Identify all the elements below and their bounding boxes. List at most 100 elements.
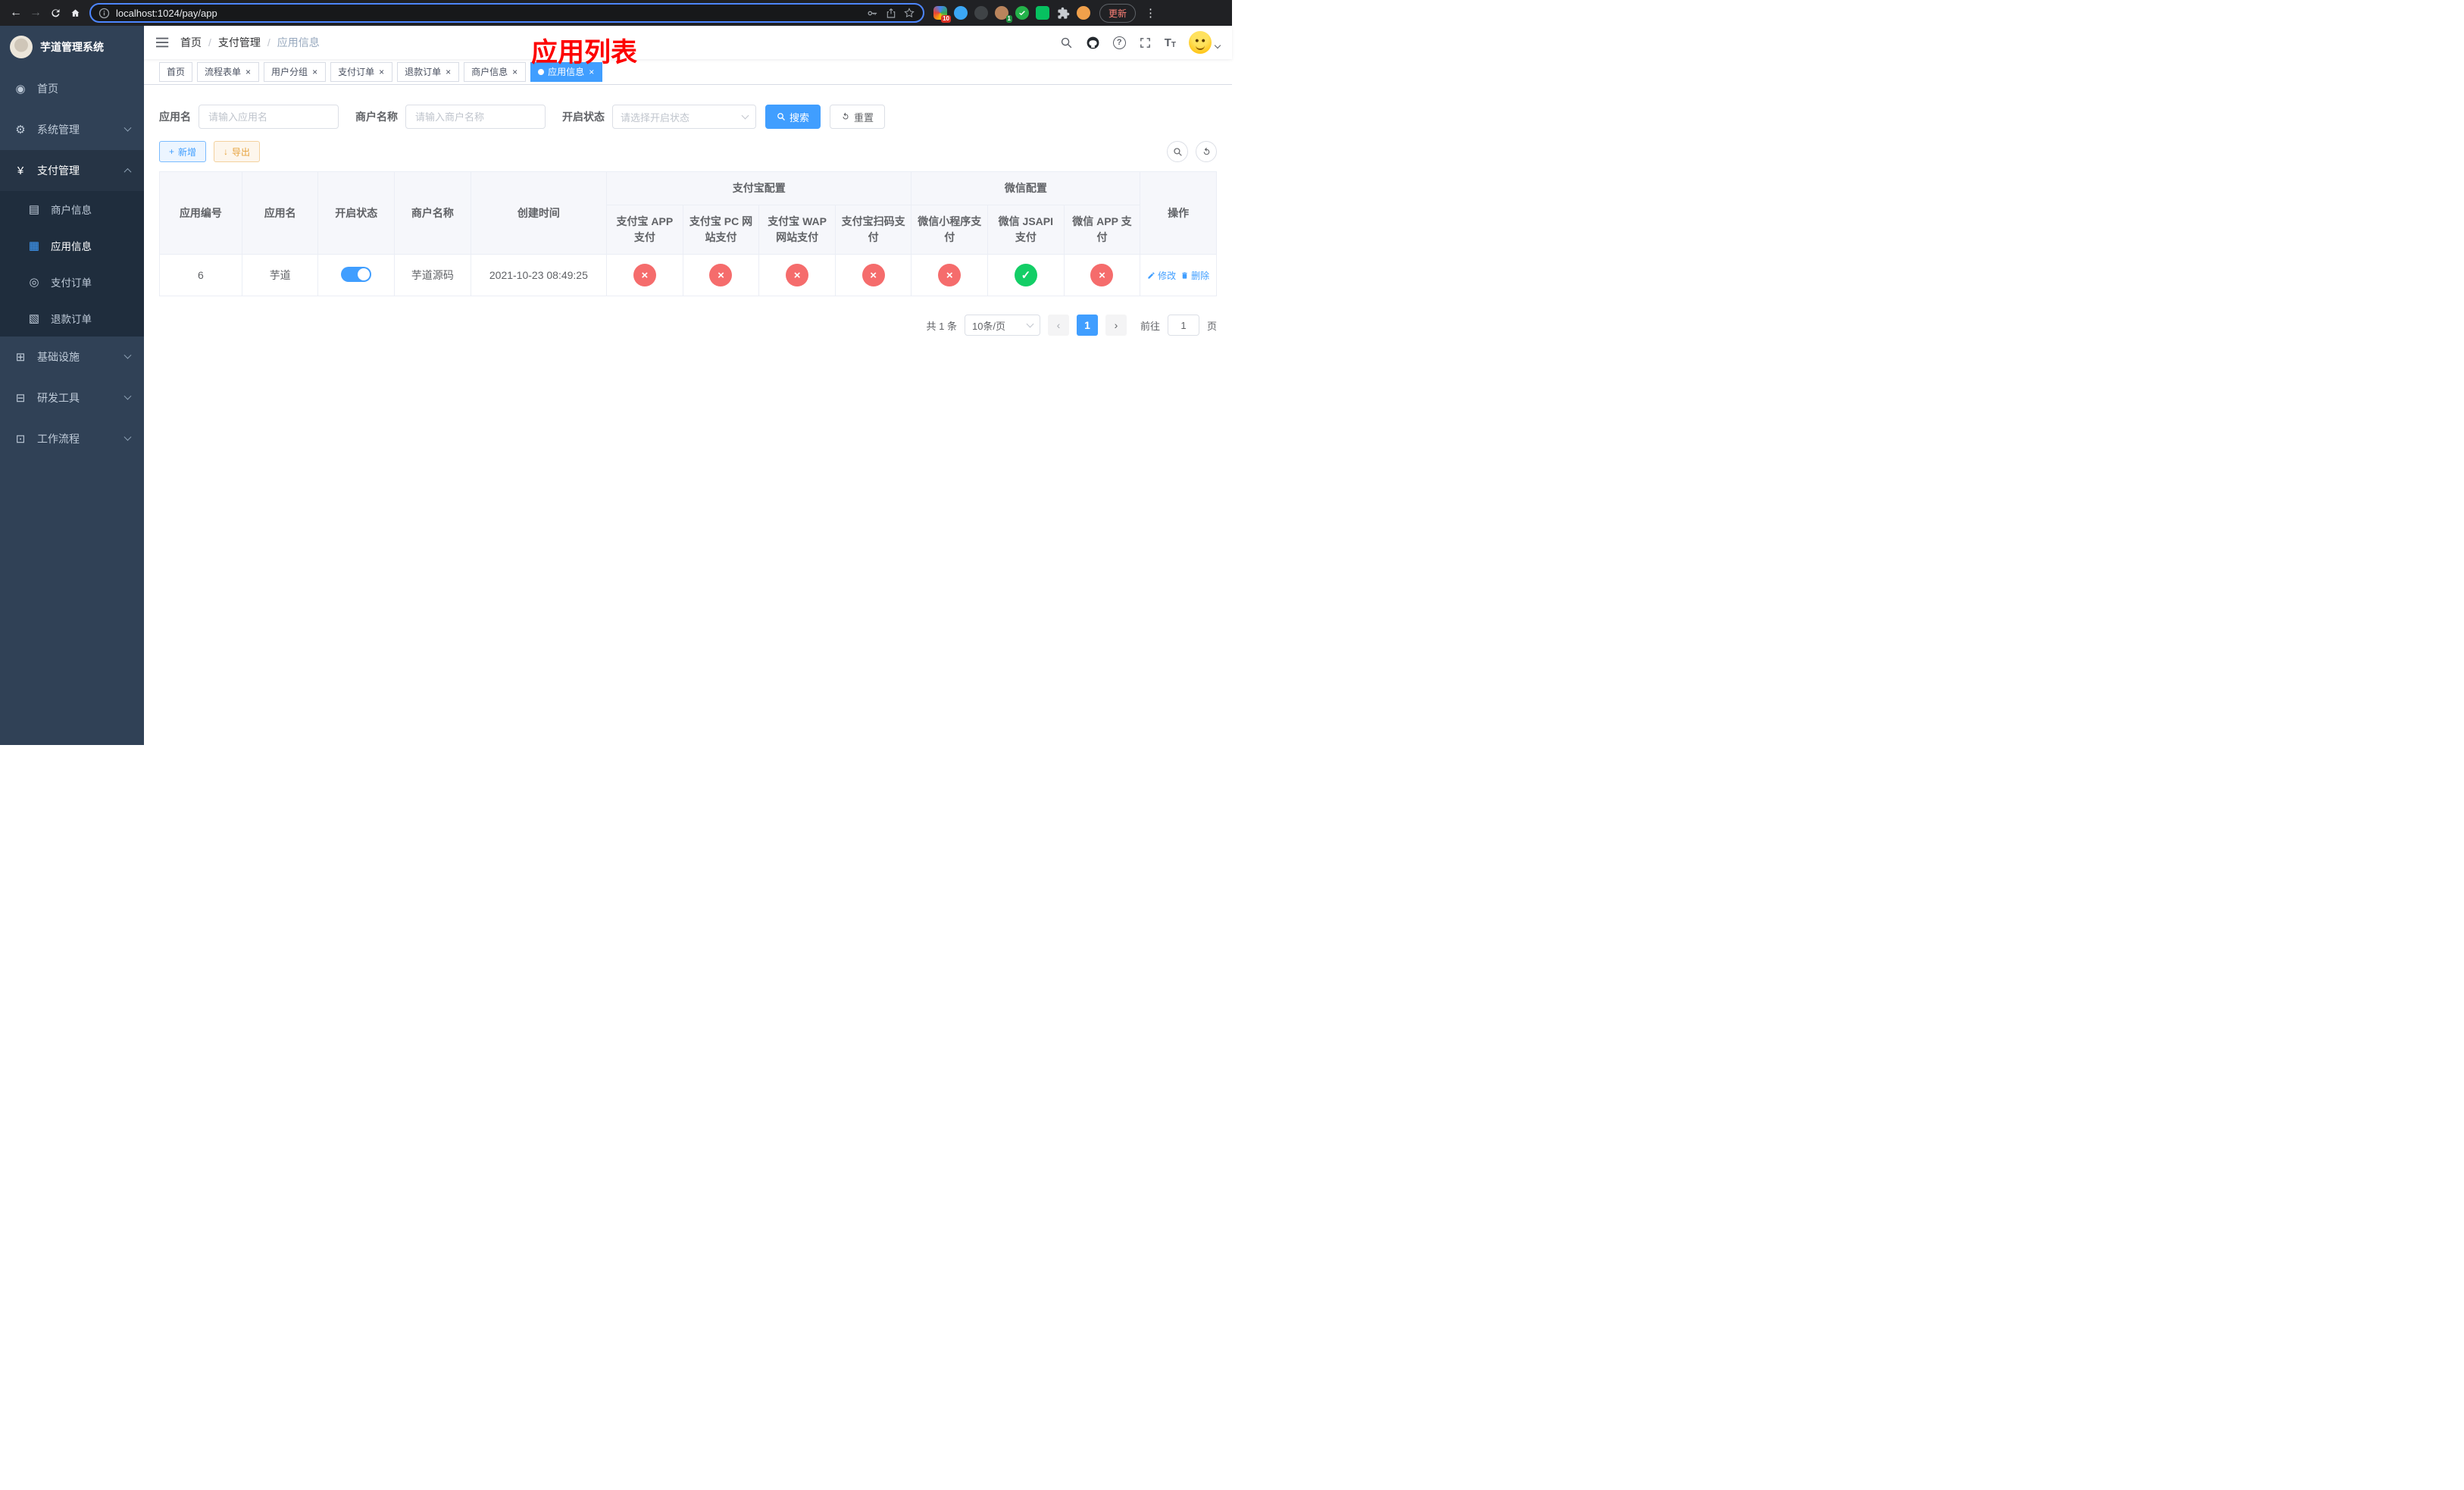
breadcrumb-separator: / [208, 36, 211, 49]
channel-status-icon: × [1090, 264, 1114, 286]
pagination-total: 共 1 条 [926, 320, 957, 332]
sidebar-item-workflow[interactable]: ⊡ 工作流程 [0, 418, 144, 459]
sidebar-item-refund-order[interactable]: ▧ 退款订单 [0, 300, 144, 337]
app-logo[interactable]: 芋道管理系统 [0, 26, 144, 68]
help-icon[interactable]: ? [1112, 36, 1126, 49]
address-bar[interactable]: localhost:1024/pay/app [89, 3, 924, 23]
page-unit-label: 页 [1206, 320, 1217, 332]
tab-pay-order[interactable]: 支付订单 × [330, 61, 393, 82]
extension-icon-drop[interactable] [954, 6, 968, 20]
download-icon: ↓ [224, 146, 229, 157]
filter-form: 应用名 商户名称 开启状态 请选择开启状态 搜索 重置 [159, 105, 1217, 129]
cell-created: 2021-10-23 08:49:25 [470, 254, 608, 296]
tab-home[interactable]: 首页 [159, 61, 193, 82]
extension-icon-colorful[interactable]: 10 [933, 6, 951, 23]
export-button[interactable]: ↓ 导出 [214, 141, 261, 162]
share-icon[interactable] [885, 7, 897, 19]
fullscreen-icon[interactable] [1139, 36, 1152, 49]
sidebar-item-pay-order[interactable]: ◎ 支付订单 [0, 264, 144, 300]
tab-merchant-info[interactable]: 商户信息 × [464, 61, 527, 82]
extension-icon-green-check[interactable] [1015, 6, 1029, 20]
next-page-button[interactable]: › [1105, 315, 1127, 336]
search-icon[interactable] [1060, 36, 1073, 49]
github-icon[interactable] [1086, 36, 1100, 50]
chevron-down-icon [1214, 42, 1221, 49]
close-icon[interactable]: × [445, 67, 452, 77]
sidebar-item-infrastructure[interactable]: ⊞ 基础设施 [0, 337, 144, 377]
tab-refund-order[interactable]: 退款订单 × [397, 61, 460, 82]
sidebar: 芋道管理系统 ◉ 首页 ⚙ 系统管理 ¥ 支付管理 ▤ 商户信息 ▦ 应用信息 [0, 26, 144, 745]
status-toggle[interactable] [341, 266, 372, 282]
toggle-search-button[interactable] [1167, 141, 1188, 162]
prev-page-button[interactable]: ‹ [1047, 315, 1069, 336]
tab-process-form[interactable]: 流程表单 × [197, 61, 260, 82]
browser-forward-button[interactable]: → [26, 3, 45, 23]
search-button[interactable]: 搜索 [765, 105, 821, 129]
breadcrumb-home[interactable]: 首页 [180, 35, 202, 50]
breadcrumb-separator: / [267, 36, 270, 49]
cell-wechat-app: × [1063, 254, 1141, 296]
extension-icon-dark[interactable] [974, 6, 988, 20]
extension-icon-wechat[interactable] [1036, 6, 1049, 20]
search-icon [1173, 147, 1182, 156]
close-icon[interactable]: × [311, 67, 318, 77]
extension-icon-orange-avatar[interactable] [1077, 6, 1090, 20]
refresh-icon [843, 112, 849, 120]
avatar [1189, 31, 1212, 54]
browser-toolbar: ← → localhost:1024/pay/app 10 1 更新 ⋮ [0, 0, 1232, 26]
browser-back-button[interactable]: ← [6, 3, 26, 23]
order-icon: ◎ [29, 276, 39, 289]
app-grid-icon: ▦ [28, 239, 40, 252]
extensions-puzzle-icon[interactable] [1056, 6, 1070, 20]
sidebar-item-app-info[interactable]: ▦ 应用信息 [0, 227, 144, 264]
cell-wechat-mini: × [911, 254, 989, 296]
close-icon[interactable]: × [378, 67, 385, 77]
site-info-icon[interactable] [98, 8, 110, 19]
status-label: 开启状态 [562, 111, 605, 123]
col-alipay-pc: 支付宝 PC 网站支付 [682, 205, 760, 255]
sidebar-item-system[interactable]: ⚙ 系统管理 [0, 109, 144, 150]
extension-badge: 10 [941, 15, 951, 23]
group-wechat-config: 微信配置 [911, 171, 1141, 205]
goto-label: 前往 [1140, 320, 1160, 332]
sidebar-item-payment[interactable]: ¥ 支付管理 [0, 150, 144, 191]
refresh-table-button[interactable] [1196, 141, 1217, 162]
refund-icon: ▧ [28, 312, 40, 325]
page-size-select[interactable]: 10条/页 [964, 315, 1040, 336]
pencil-icon [1148, 271, 1155, 279]
navbar-actions: ? TT [1060, 31, 1221, 54]
browser-update-button[interactable]: 更新 [1099, 3, 1137, 23]
workflow-icon: ⊡ [15, 433, 26, 446]
password-key-icon[interactable] [866, 7, 879, 20]
app-title: 芋道管理系统 [40, 41, 104, 53]
app-name-input[interactable] [199, 105, 339, 129]
col-wechat-jsapi: 微信 JSAPI 支付 [987, 205, 1065, 255]
goto-page-input[interactable] [1167, 315, 1199, 336]
sidebar-item-home[interactable]: ◉ 首页 [0, 68, 144, 109]
font-size-icon[interactable]: TT [1165, 36, 1176, 49]
status-select[interactable]: 请选择开启状态 [612, 105, 756, 129]
url-text[interactable]: localhost:1024/pay/app [116, 8, 217, 19]
sidebar-item-dev-tools[interactable]: ⊟ 研发工具 [0, 377, 144, 418]
extension-badge-green: 1 [1005, 15, 1012, 23]
page-1-button[interactable]: 1 [1076, 315, 1098, 336]
browser-menu-icon[interactable]: ⋮ [1142, 6, 1159, 20]
back-icon: ← [10, 6, 22, 19]
col-status: 开启状态 [317, 171, 396, 255]
bookmark-star-icon[interactable] [903, 7, 915, 19]
user-avatar-menu[interactable] [1189, 31, 1221, 54]
tab-user-group[interactable]: 用户分组 × [264, 61, 327, 82]
sidebar-item-merchant-info[interactable]: ▤ 商户信息 [0, 191, 144, 227]
breadcrumb-payment[interactable]: 支付管理 [218, 35, 261, 50]
sidebar-collapse-button[interactable] [156, 36, 170, 49]
reset-button[interactable]: 重置 [830, 105, 886, 129]
add-button[interactable]: + 新增 [159, 141, 207, 162]
browser-home-button[interactable] [65, 3, 85, 23]
browser-reload-button[interactable] [45, 3, 65, 23]
close-icon[interactable]: × [245, 67, 252, 77]
close-icon[interactable]: × [511, 67, 518, 77]
merchant-name-input[interactable] [405, 105, 546, 129]
extension-icon-avatar[interactable]: 1 [995, 6, 1012, 23]
delete-link[interactable]: 删除 [1180, 269, 1209, 282]
edit-link[interactable]: 修改 [1147, 269, 1176, 282]
